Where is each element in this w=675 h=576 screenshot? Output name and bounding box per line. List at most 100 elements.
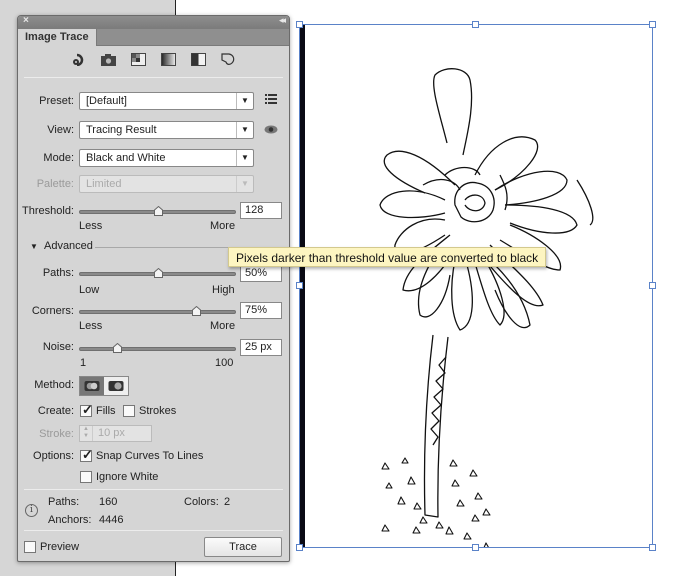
overlapping-icon [108, 381, 124, 391]
mode-dropdown[interactable]: Black and White ▼ [79, 149, 254, 167]
outline-icon[interactable] [221, 53, 236, 66]
selection-handle-left[interactable] [296, 282, 303, 289]
chevron-down-icon: ▼ [236, 93, 253, 109]
method-overlapping-button[interactable] [104, 377, 128, 395]
strokes-label[interactable]: Strokes [139, 405, 176, 417]
create-label: Create: [37, 405, 74, 417]
slider-thumb[interactable] [153, 205, 163, 216]
panel-title-bar[interactable]: × ◂◂ [18, 16, 289, 29]
preset-list-icon[interactable] [265, 94, 277, 107]
info-anchors-value: 4446 [99, 514, 124, 526]
mode-value: Black and White [86, 152, 166, 164]
strokes-checkbox[interactable] [123, 405, 135, 417]
chevron-down-icon: ▼ [236, 150, 253, 166]
paths-label: Paths: [42, 267, 74, 279]
divider [24, 489, 283, 490]
stroke-label: Stroke: [39, 428, 74, 440]
info-paths-label: Paths: [48, 496, 80, 508]
corners-label: Corners: [31, 305, 74, 317]
info-colors-label: Colors: [184, 496, 219, 508]
selection-handle-bottom-left[interactable] [296, 544, 303, 551]
corners-slider[interactable] [79, 305, 236, 316]
selection-handle-top-left[interactable] [296, 21, 303, 28]
black-white-icon[interactable] [191, 53, 206, 66]
preset-icon-bar [18, 53, 289, 67]
threshold-input[interactable]: 128 [240, 202, 282, 219]
palette-label: Palette: [36, 178, 74, 190]
checkmark-icon: ✓ [82, 402, 93, 417]
corners-min-label: Less [79, 320, 103, 332]
view-value: Tracing Result [86, 124, 157, 136]
abutting-icon [84, 381, 100, 391]
preset-value: [Default] [86, 95, 127, 107]
ignore-white-checkbox[interactable] [80, 471, 92, 483]
grayscale-icon[interactable] [161, 53, 176, 66]
method-segmented-control [79, 376, 129, 396]
advanced-toggle[interactable]: ▼ Advanced [30, 240, 93, 252]
selection-handle-right[interactable] [649, 282, 656, 289]
preset-dropdown[interactable]: [Default] ▼ [79, 92, 254, 110]
divider [24, 530, 283, 531]
stroke-value: 10 px [98, 427, 125, 439]
chevron-down-icon: ▼ [236, 122, 253, 138]
noise-label: Noise: [42, 341, 74, 353]
selection-handle-top-right[interactable] [649, 21, 656, 28]
selection-handle-bottom[interactable] [472, 544, 479, 551]
divider [24, 77, 283, 78]
preset-label: Preset: [39, 95, 74, 107]
noise-min-label: 1 [80, 357, 87, 369]
paths-max-label: High [212, 284, 235, 296]
preview-label[interactable]: Preview [40, 541, 79, 553]
info-icon: i [25, 504, 38, 517]
info-anchors-label: Anchors: [48, 514, 92, 526]
disclosure-triangle-icon: ▼ [30, 242, 38, 251]
image-trace-panel: × ◂◂ Image Trace Preset: [Default] ▼ Vie… [17, 15, 290, 562]
snap-curves-label[interactable]: Snap Curves To Lines [96, 450, 203, 462]
palette-dropdown: Limited ▼ [79, 175, 254, 193]
eye-icon[interactable] [264, 125, 278, 137]
mode-label: Mode: [43, 152, 74, 164]
slider-thumb[interactable] [153, 267, 163, 278]
stepper-arrows-icon: ▲ ▼ [80, 426, 93, 441]
ignore-white-label[interactable]: Ignore White [96, 471, 158, 483]
noise-input[interactable]: 25 px [240, 339, 282, 356]
tab-image-trace[interactable]: Image Trace [18, 29, 97, 46]
paths-slider[interactable] [79, 267, 236, 278]
selection-handle-top[interactable] [472, 21, 479, 28]
method-abutting-button[interactable] [80, 377, 104, 395]
fills-label[interactable]: Fills [96, 405, 116, 417]
method-label: Method: [34, 379, 74, 391]
threshold-slider[interactable] [79, 205, 236, 216]
trace-button[interactable]: Trace [204, 537, 282, 557]
checkmark-icon: ✓ [82, 447, 93, 462]
palette-value: Limited [86, 178, 122, 190]
corners-input[interactable]: 75% [240, 302, 282, 319]
corners-max-label: More [210, 320, 236, 332]
collapse-icon[interactable]: ◂◂ [279, 16, 286, 26]
slider-thumb[interactable] [113, 342, 123, 353]
view-dropdown[interactable]: Tracing Result ▼ [79, 121, 254, 139]
snap-curves-checkbox[interactable]: ✓ [80, 447, 93, 462]
stroke-stepper: ▲ ▼ 10 px [79, 425, 152, 442]
low-color-icon[interactable] [131, 53, 146, 66]
panel-tab-row: Image Trace [18, 29, 289, 46]
options-label: Options: [33, 450, 74, 462]
paths-input[interactable]: 50% [240, 265, 282, 282]
threshold-min-label: Less [79, 220, 103, 232]
slider-thumb[interactable] [192, 305, 202, 316]
auto-color-icon[interactable] [71, 53, 86, 67]
noise-slider[interactable] [79, 342, 236, 353]
threshold-label: Threshold: [22, 205, 74, 217]
preview-checkbox[interactable] [24, 541, 36, 553]
advanced-label: Advanced [43, 240, 93, 252]
noise-max-label: 100 [215, 357, 234, 369]
threshold-max-label: More [210, 220, 236, 232]
chevron-down-icon: ▼ [236, 176, 253, 192]
info-paths-value: 160 [99, 496, 118, 508]
selection-handle-bottom-right[interactable] [649, 544, 656, 551]
high-color-icon[interactable] [101, 53, 116, 66]
paths-min-label: Low [79, 284, 100, 296]
info-colors-value: 2 [224, 496, 231, 508]
close-icon[interactable]: × [23, 16, 29, 26]
fills-checkbox[interactable]: ✓ [80, 402, 93, 417]
